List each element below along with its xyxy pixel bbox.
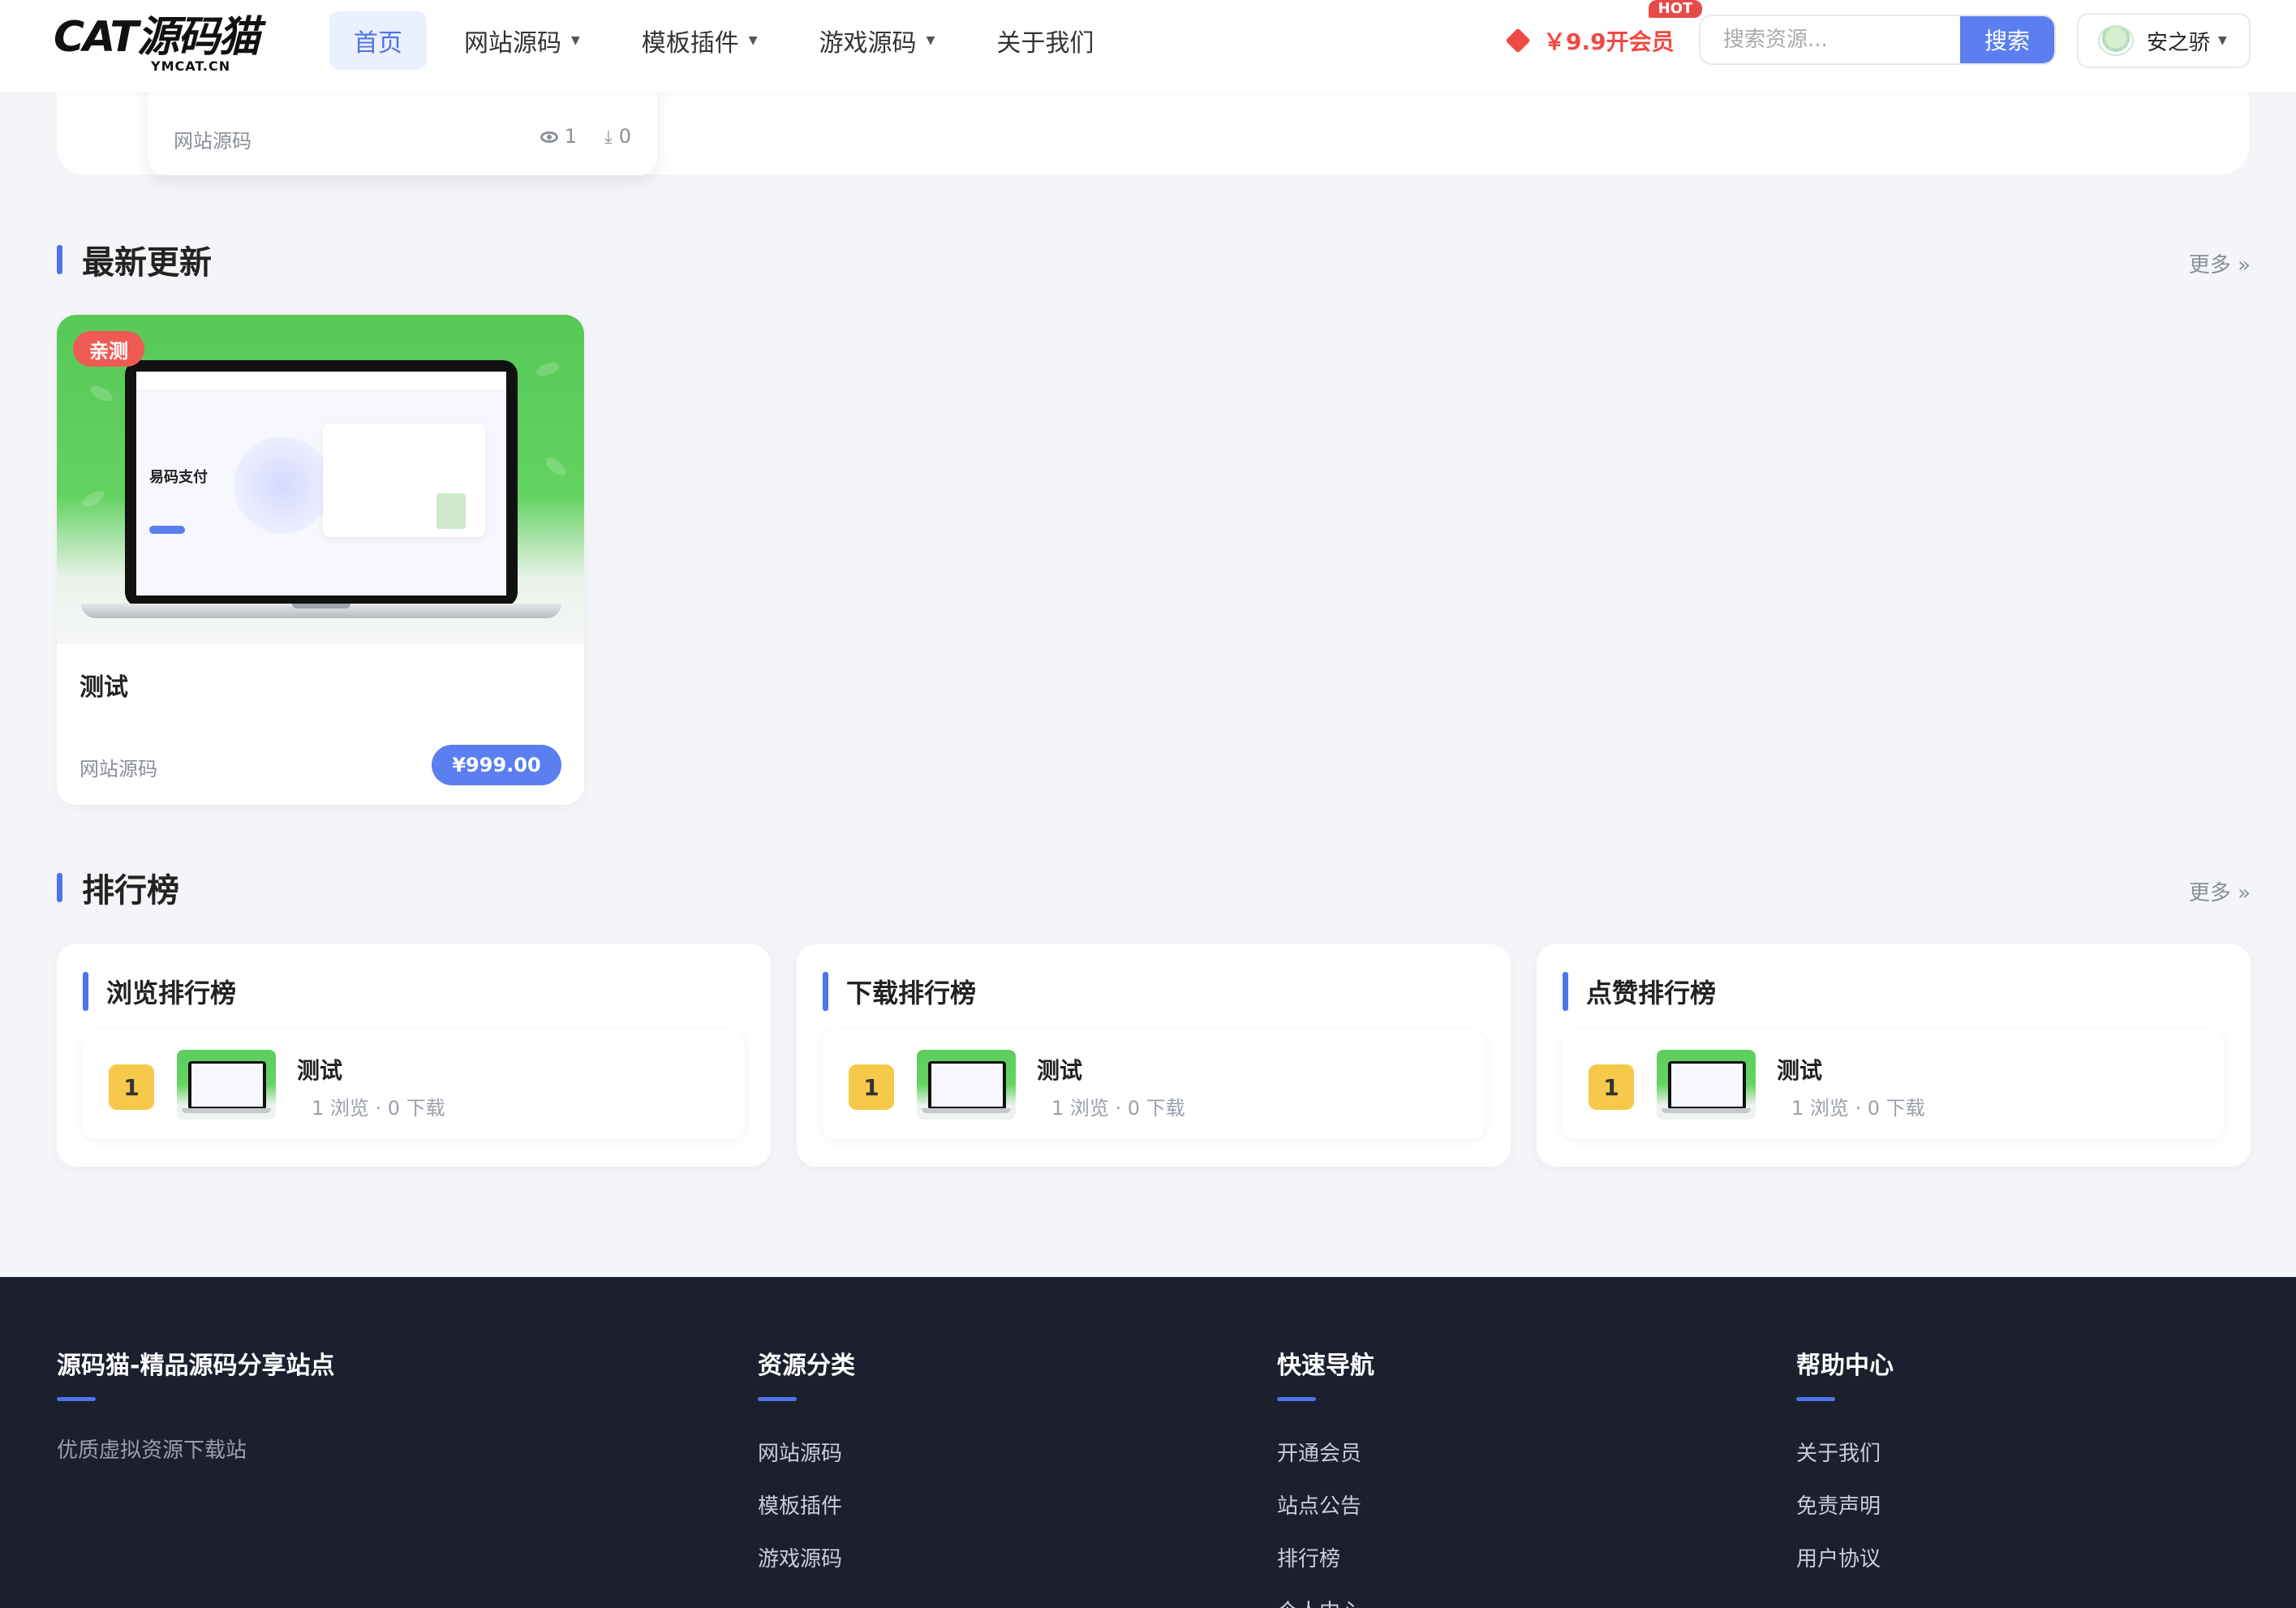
footer-title: 帮助中心 xyxy=(1796,1352,1894,1380)
footer-description: 优质虚拟资源下载站 xyxy=(57,1438,247,1463)
site-footer: 源码猫-精品源码分享站点 优质虚拟资源下载站 资源分类 网站源码 模板插件 游戏… xyxy=(0,1277,2296,1608)
resource-title[interactable]: 测试 xyxy=(80,667,128,703)
latest-resource-card[interactable]: 易码支付 亲测 测试 网站源码 ¥999.00 xyxy=(57,315,584,805)
more-link-ranking[interactable]: 更多 » xyxy=(2189,876,2251,906)
title-accent-bar xyxy=(57,873,62,902)
more-link-latest[interactable]: 更多 » xyxy=(2189,248,2251,278)
price-badge: ¥999.00 xyxy=(432,745,561,785)
section-title-latest: 最新更新 xyxy=(57,242,212,282)
section-title-ranking: 排行榜 xyxy=(57,870,179,909)
footer-link-terms[interactable]: 用户协议 xyxy=(1796,1542,1894,1572)
user-name: 安之骄 xyxy=(2147,30,2211,55)
search-button[interactable]: 搜索 xyxy=(1960,16,2054,63)
laptop-mockup: 易码支付 xyxy=(125,360,518,607)
rank-item-title[interactable]: 测试 xyxy=(297,1053,342,1086)
nav-website-source[interactable]: 网站源码 ▼ xyxy=(440,11,604,70)
rank-board-title: 下载排行榜 xyxy=(823,970,976,1013)
download-icon: ⤓ xyxy=(604,127,613,148)
diamond-icon xyxy=(1505,28,1531,54)
rank-thumbnail xyxy=(917,1050,1016,1120)
caret-down-icon: ▼ xyxy=(2218,34,2227,47)
eye-icon xyxy=(540,131,558,143)
footer-title: 源码猫-精品源码分享站点 xyxy=(57,1352,335,1380)
hot-badge: HOT xyxy=(1649,0,1702,18)
footer-link-announcements[interactable]: 站点公告 xyxy=(1277,1490,1374,1520)
footer-link-vip[interactable]: 开通会员 xyxy=(1277,1437,1374,1467)
card-category: 网站源码 xyxy=(174,130,252,153)
footer-link-website-source[interactable]: 网站源码 xyxy=(758,1437,855,1467)
rank-number: 1 xyxy=(849,1064,894,1110)
user-menu[interactable]: 安之骄 ▼ xyxy=(2077,13,2251,68)
nav-home[interactable]: 首页 xyxy=(329,11,427,70)
search-input[interactable] xyxy=(1701,16,1960,63)
rank-board-likes: 点赞排行榜 1 测试 1 浏览 · 0 下载 xyxy=(1537,944,2251,1167)
site-header: CAT源码猫 YMCAT.CN 首页 网站源码 ▼ 模板插件 ▼ 游戏源码 ▼ 关于我… xyxy=(0,0,2296,92)
footer-link-templates[interactable]: 模板插件 xyxy=(758,1490,855,1520)
rank-thumbnail xyxy=(177,1050,276,1120)
download-count: ⤓ 0 xyxy=(604,125,631,148)
rank-number: 1 xyxy=(1589,1064,1634,1110)
rank-thumbnail xyxy=(1657,1050,1756,1120)
nav-templates-plugins[interactable]: 模板插件 ▼ xyxy=(617,11,782,70)
title-accent-bar xyxy=(83,972,88,1011)
screenshot-preview: 易码支付 xyxy=(136,372,506,595)
caret-down-icon: ▼ xyxy=(748,34,758,47)
tested-badge: 亲测 xyxy=(73,331,144,367)
nav-game-source[interactable]: 游戏源码 ▼ xyxy=(795,11,960,70)
vip-label: ￥9.9开会员 xyxy=(1543,28,1675,55)
resource-thumbnail[interactable]: 易码支付 亲测 xyxy=(57,315,584,644)
view-count: 1 xyxy=(540,125,577,148)
resource-category[interactable]: 网站源码 xyxy=(80,753,157,781)
footer-link-game-source[interactable]: 游戏源码 xyxy=(758,1542,855,1572)
footer-link-ranking[interactable]: 排行榜 xyxy=(1277,1542,1374,1572)
rank-board-title: 点赞排行榜 xyxy=(1563,970,1716,1013)
footer-title: 快速导航 xyxy=(1277,1352,1374,1380)
rank-item-meta: 1 浏览 · 0 下载 xyxy=(1791,1097,1925,1120)
site-logo[interactable]: CAT源码猫 YMCAT.CN xyxy=(54,13,264,74)
footer-link-user-center[interactable]: 个人中心 xyxy=(1277,1595,1374,1608)
logo-domain: YMCAT.CN xyxy=(151,58,231,74)
main-nav: 首页 网站源码 ▼ 模板插件 ▼ 游戏源码 ▼ 关于我们 xyxy=(329,11,1118,70)
rank-item[interactable]: 1 测试 1 浏览 · 0 下载 xyxy=(1563,1030,2225,1139)
rank-board-views: 浏览排行榜 1 测试 1 浏览 · 0 下载 xyxy=(57,944,771,1167)
footer-about: 源码猫-精品源码分享站点 优质虚拟资源下载站 xyxy=(57,1345,334,1464)
rank-item[interactable]: 1 测试 1 浏览 · 0 下载 xyxy=(83,1030,745,1139)
title-accent-bar xyxy=(57,245,62,274)
resource-card[interactable]: 网站源码 1 ⤓ 0 xyxy=(148,81,657,175)
rank-item-meta: 1 浏览 · 0 下载 xyxy=(1051,1097,1185,1120)
title-accent-bar xyxy=(823,972,828,1011)
footer-categories: 资源分类 网站源码 模板插件 游戏源码 xyxy=(758,1345,855,1572)
rank-number: 1 xyxy=(109,1064,154,1110)
title-accent-bar xyxy=(1563,972,1568,1011)
rank-board-title: 浏览排行榜 xyxy=(83,970,236,1013)
preview-title: 易码支付 xyxy=(149,469,208,486)
footer-link-about[interactable]: 关于我们 xyxy=(1796,1437,1894,1467)
nav-about[interactable]: 关于我们 xyxy=(972,11,1118,70)
search-box: 搜索 xyxy=(1699,15,2056,65)
logo-text: CAT源码猫 xyxy=(54,13,260,62)
card-stats: 1 ⤓ 0 xyxy=(540,125,631,148)
rank-item-title[interactable]: 测试 xyxy=(1037,1053,1082,1086)
caret-down-icon: ▼ xyxy=(926,34,935,47)
avatar xyxy=(2098,25,2134,56)
caret-down-icon: ▼ xyxy=(571,34,580,47)
vip-link[interactable]: ￥9.9开会员 xyxy=(1505,24,1675,57)
footer-title: 资源分类 xyxy=(758,1352,855,1380)
rank-board-downloads: 下载排行榜 1 测试 1 浏览 · 0 下载 xyxy=(797,944,1511,1167)
footer-quick-nav: 快速导航 开通会员 站点公告 排行榜 个人中心 xyxy=(1277,1345,1374,1608)
rank-item-title[interactable]: 测试 xyxy=(1777,1053,1822,1086)
rank-item[interactable]: 1 测试 1 浏览 · 0 下载 xyxy=(823,1030,1485,1139)
rank-item-meta: 1 浏览 · 0 下载 xyxy=(312,1097,445,1120)
footer-help: 帮助中心 关于我们 免责声明 用户协议 xyxy=(1796,1345,1894,1572)
footer-link-disclaimer[interactable]: 免责声明 xyxy=(1796,1490,1894,1520)
